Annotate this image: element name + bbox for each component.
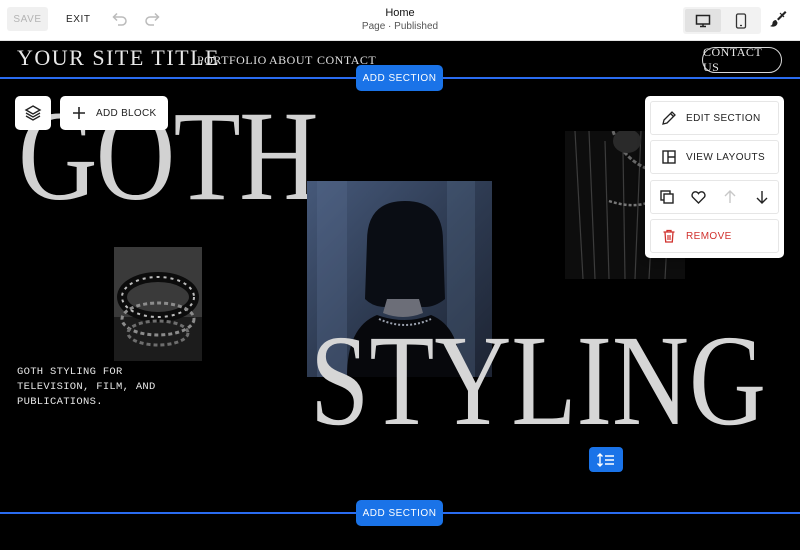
duplicate-icon[interactable] xyxy=(657,187,677,207)
view-layouts-label: VIEW LAYOUTS xyxy=(686,151,766,163)
editor-toolbar: SAVE EXIT Home Page · Published xyxy=(0,0,800,41)
desktop-icon xyxy=(695,14,711,27)
view-layouts-button[interactable]: VIEW LAYOUTS xyxy=(650,140,779,174)
page-title: Home xyxy=(385,7,415,19)
edit-section-label: EDIT SECTION xyxy=(686,112,761,124)
save-button[interactable]: SAVE xyxy=(7,7,48,31)
add-section-button-bottom[interactable]: ADD SECTION xyxy=(356,500,443,526)
undo-icon[interactable] xyxy=(110,10,128,28)
section-context-menu: EDIT SECTION VIEW LAYOUTS REMOVE xyxy=(645,96,784,258)
nav-link-about[interactable]: ABOUT xyxy=(269,53,313,68)
contact-us-button[interactable]: CONTACT US xyxy=(702,45,782,74)
site-title[interactable]: YOUR SITE TITLE xyxy=(17,45,220,71)
edit-section-button[interactable]: EDIT SECTION xyxy=(650,101,779,135)
desktop-view-button[interactable] xyxy=(685,9,721,32)
mobile-view-button[interactable] xyxy=(723,9,759,32)
pencil-icon xyxy=(662,111,676,125)
redo-icon[interactable] xyxy=(144,10,162,28)
layers-icon xyxy=(24,105,42,121)
layout-icon xyxy=(662,150,676,164)
caption-text[interactable]: GOTH STYLING FOR TELEVISION, FILM, AND P… xyxy=(17,365,177,410)
paintbrush-icon[interactable] xyxy=(768,9,788,29)
heart-icon[interactable] xyxy=(689,187,709,207)
page-status: Page · Published xyxy=(361,21,439,32)
device-toggle xyxy=(683,7,761,34)
add-block-button[interactable]: ADD BLOCK xyxy=(60,96,168,130)
page-info[interactable]: Home Page · Published xyxy=(300,6,500,33)
plus-icon xyxy=(73,107,85,119)
exit-button[interactable]: EXIT xyxy=(60,7,97,31)
section-actions-row xyxy=(650,180,779,214)
add-block-label: ADD BLOCK xyxy=(96,107,157,119)
arrow-down-icon[interactable] xyxy=(752,187,772,207)
image-choker[interactable] xyxy=(114,247,202,361)
nav-link-portfolio[interactable]: PORTFOLIO xyxy=(197,53,267,68)
section-resize-handle[interactable] xyxy=(589,447,623,472)
resize-icon xyxy=(597,452,614,467)
add-section-button-top[interactable]: ADD SECTION xyxy=(356,65,443,91)
arrow-up-icon[interactable] xyxy=(720,187,740,207)
headline-bottom[interactable]: STYLING xyxy=(310,316,766,446)
remove-label: REMOVE xyxy=(686,230,732,242)
layers-button[interactable] xyxy=(15,96,51,130)
trash-icon xyxy=(663,229,675,243)
remove-section-button[interactable]: REMOVE xyxy=(650,219,779,253)
mobile-icon xyxy=(735,12,747,29)
